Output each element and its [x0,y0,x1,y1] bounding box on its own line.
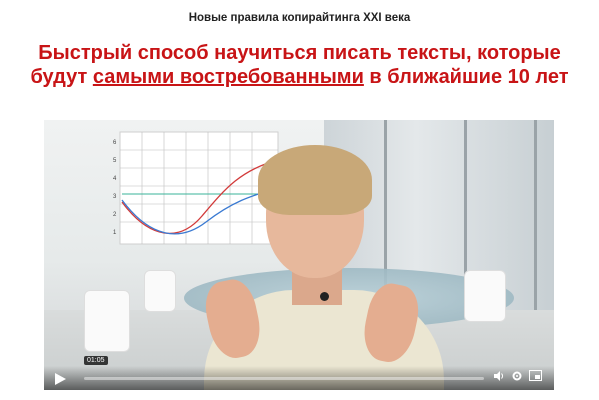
video-player[interactable]: 6 5 4 3 2 1 01:05 [44,120,554,390]
headline-underlined: самыми востребованными [92,66,364,88]
seek-time-tooltip: 01:05 [84,356,108,365]
play-icon[interactable] [50,370,68,388]
chart-tick: 4 [113,176,117,182]
picture-in-picture-icon[interactable] [528,370,542,384]
volume-icon[interactable] [492,370,506,384]
video-controls-bar [44,366,554,390]
chair [144,270,176,312]
chart-tick: 1 [113,230,117,236]
lapel-mic [320,292,329,301]
whiteboard-chart: 6 5 4 3 2 1 [113,131,279,245]
page-headline: Быстрый способ научиться писать тексты, … [20,41,579,89]
chart-tick: 6 [113,140,117,146]
chair [84,290,130,352]
chair [464,270,506,322]
person-hair [258,145,372,215]
gear-icon[interactable] [510,370,524,384]
chart-tick: 3 [113,194,117,200]
chart-tick: 5 [113,158,117,164]
page-top-label: Новые правила копирайтинга XXI века [188,12,411,24]
seek-bar[interactable] [84,377,484,380]
chart-tick: 2 [113,212,117,218]
headline-part2: в ближайшие 10 лет [363,66,569,88]
